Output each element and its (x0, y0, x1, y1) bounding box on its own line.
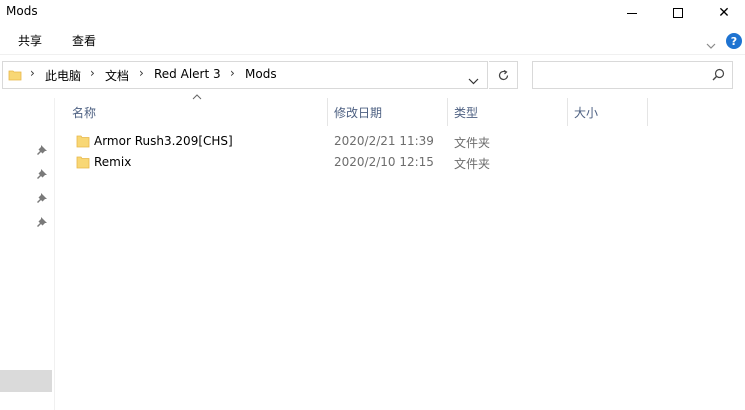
chevron-down-icon (468, 78, 479, 85)
breadcrumb-separator[interactable]: › (139, 66, 144, 80)
file-type: 文件夹 (454, 157, 491, 171)
column-header-name[interactable]: 名称 (66, 98, 328, 126)
search-input[interactable] (532, 61, 733, 89)
folder-icon (8, 70, 22, 81)
column-header-type[interactable]: 类型 (448, 98, 568, 126)
file-name: Remix (94, 155, 132, 169)
file-modified: 2020/2/10 12:15 (334, 155, 434, 169)
folder-icon (76, 135, 90, 148)
minimize-button[interactable] (609, 0, 655, 26)
column-header-modified[interactable]: 修改日期 (328, 98, 448, 126)
tab-view[interactable]: 查看 (72, 32, 96, 49)
minimize-icon (627, 12, 637, 14)
address-history-dropdown[interactable] (468, 70, 479, 89)
pin-icon[interactable] (36, 216, 48, 228)
file-row[interactable]: Armor Rush3.209[CHS] 2020/2/21 11:39 文件夹 (70, 131, 590, 152)
maximize-button[interactable] (655, 0, 701, 26)
pin-icon[interactable] (36, 168, 48, 180)
pin-icon[interactable] (36, 192, 48, 204)
nav-selected-item[interactable] (0, 370, 52, 392)
file-row[interactable]: Remix 2020/2/10 12:15 文件夹 (70, 152, 590, 173)
refresh-icon (498, 69, 508, 80)
breadcrumb-separator[interactable]: › (30, 66, 35, 80)
help-icon[interactable]: ? (726, 33, 742, 49)
file-modified: 2020/2/21 11:39 (334, 134, 434, 148)
file-type: 文件夹 (454, 136, 491, 150)
navigation-pane[interactable] (0, 98, 55, 410)
window-title: Mods (6, 4, 38, 18)
breadcrumb-red-alert-3[interactable]: Red Alert 3 (154, 67, 221, 81)
ribbon-divider (0, 54, 745, 55)
breadcrumb-separator[interactable]: › (230, 66, 235, 80)
folder-icon (76, 156, 90, 169)
ribbon-expand-button[interactable] (706, 35, 716, 54)
pin-icon[interactable] (36, 144, 48, 156)
title-bar: Mods ✕ (0, 0, 745, 26)
ribbon: 共享 查看 (0, 26, 745, 54)
tab-share[interactable]: 共享 (18, 32, 42, 49)
breadcrumb-this-pc[interactable]: 此电脑 (45, 67, 81, 84)
search-icon[interactable] (712, 68, 725, 81)
maximize-icon (673, 8, 683, 18)
refresh-button[interactable] (489, 61, 518, 89)
close-button[interactable]: ✕ (701, 0, 745, 26)
close-icon: ✕ (718, 5, 730, 21)
explorer-window: Mods ✕ 共享 查看 ? › 此电脑 › 文档 › Red Alert 3 … (0, 0, 745, 410)
file-name: Armor Rush3.209[CHS] (94, 134, 233, 148)
column-header-size[interactable]: 大小 (568, 98, 648, 126)
breadcrumb-separator[interactable]: › (90, 66, 95, 80)
chevron-down-icon (706, 43, 716, 49)
breadcrumb-mods[interactable]: Mods (245, 67, 277, 81)
breadcrumb-documents[interactable]: 文档 (105, 67, 129, 84)
address-bar[interactable]: › 此电脑 › 文档 › Red Alert 3 › Mods (2, 61, 488, 89)
